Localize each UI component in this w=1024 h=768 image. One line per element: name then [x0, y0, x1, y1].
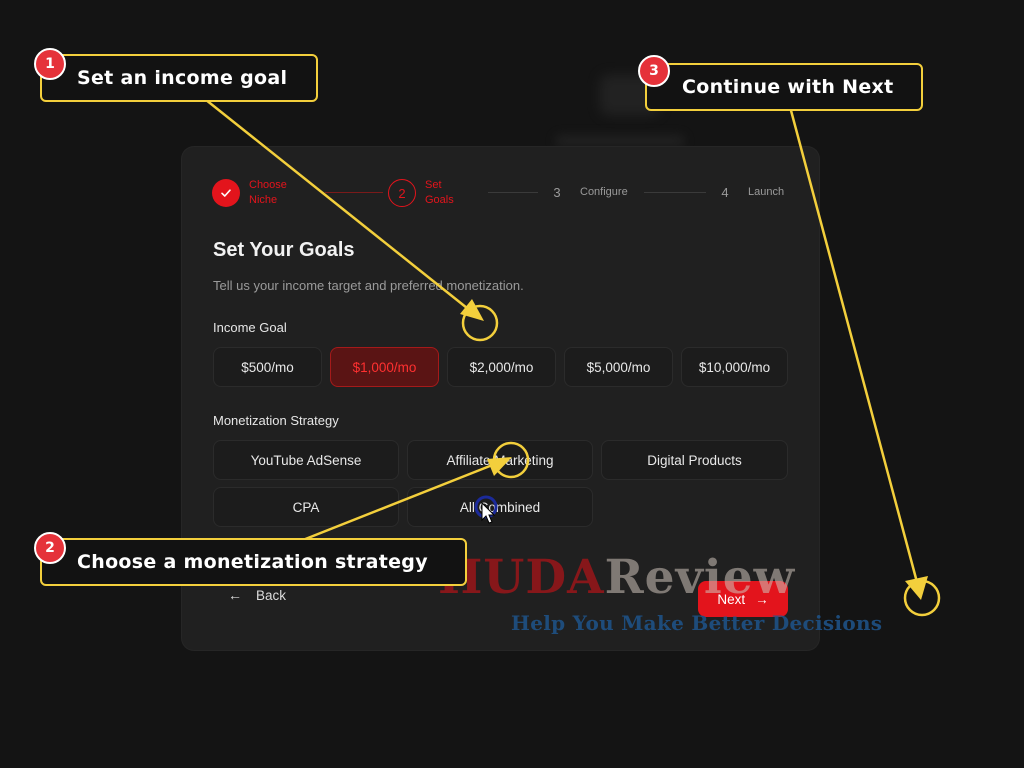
annotation-callout-2: Choose a monetization strategy: [40, 538, 467, 586]
step-number: 2: [388, 179, 416, 207]
step-label: Choose Niche: [249, 179, 287, 206]
annotation-badge-3: 3: [638, 55, 670, 87]
income-option-5000[interactable]: $5,000/mo: [564, 347, 673, 387]
income-option-500[interactable]: $500/mo: [213, 347, 322, 387]
monetization-strategy-label: Monetization Strategy: [213, 413, 339, 428]
step-choose-niche[interactable]: Choose Niche: [212, 178, 287, 208]
strategy-all-combined[interactable]: All Combined: [407, 487, 593, 527]
step-connector: [488, 192, 538, 193]
strategy-digital-products[interactable]: Digital Products: [601, 440, 788, 480]
annotation-callout-3: Continue with Next: [645, 63, 923, 111]
watermark-tagline: Help You Make Better Decisions: [511, 611, 883, 635]
step-label: Launch: [748, 185, 785, 198]
strategy-affiliate-marketing[interactable]: Affiliate Marketing: [407, 440, 593, 480]
background-blur-text: [555, 135, 685, 147]
step-set-goals[interactable]: 2 Set Goals: [388, 178, 454, 208]
step-launch[interactable]: 4 Launch: [711, 178, 784, 206]
step-label: Set Goals: [425, 179, 454, 206]
back-button[interactable]: ← Back: [228, 587, 286, 603]
step-number: 4: [721, 184, 729, 200]
page-title: Set Your Goals: [213, 239, 355, 261]
page-subtitle: Tell us your income target and preferred…: [213, 278, 524, 293]
income-option-2000[interactable]: $2,000/mo: [447, 347, 556, 387]
income-goal-label: Income Goal: [213, 320, 287, 335]
watermark-logo: HUDAReview: [438, 550, 796, 605]
annotation-callout-1: Set an income goal: [40, 54, 318, 102]
step-connector: [644, 192, 706, 193]
annotation-text: Continue with Next: [682, 76, 894, 98]
annotation-text: Choose a monetization strategy: [77, 551, 428, 573]
strategy-youtube-adsense[interactable]: YouTube AdSense: [213, 440, 399, 480]
annotation-text: Set an income goal: [77, 67, 288, 89]
step-configure[interactable]: 3 Configure: [543, 178, 628, 206]
income-option-10000[interactable]: $10,000/mo: [681, 347, 788, 387]
step-number: 3: [553, 184, 561, 200]
arrow-left-icon: ←: [228, 587, 242, 603]
annotation-badge-2: 2: [34, 532, 66, 564]
step-connector: [325, 192, 383, 193]
strategy-cpa[interactable]: CPA: [213, 487, 399, 527]
arrowhead-icon: [905, 576, 928, 600]
income-option-1000[interactable]: $1,000/mo: [330, 347, 439, 387]
annotation-badge-1: 1: [34, 48, 66, 80]
highlight-ring: [903, 579, 941, 617]
check-icon: [212, 179, 240, 207]
step-label: Configure: [580, 185, 628, 198]
back-button-label: Back: [256, 587, 287, 603]
